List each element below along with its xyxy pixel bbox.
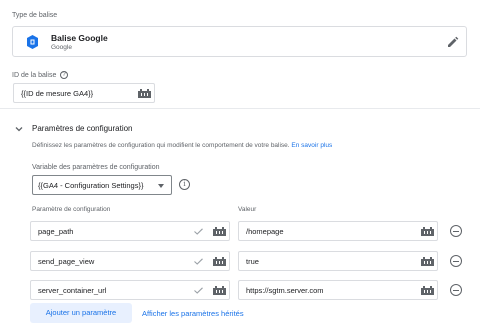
chevron-down-icon[interactable] xyxy=(15,125,23,133)
config-variable-select[interactable]: {{GA4 - Configuration Settings}} xyxy=(32,175,172,195)
param-value: true xyxy=(246,257,259,266)
value-column-header: Valeur xyxy=(238,206,257,213)
param-name: page_path xyxy=(38,227,74,236)
param-field-2[interactable]: send_page_view xyxy=(30,251,230,271)
param-value: /homepage xyxy=(246,227,284,236)
tag-id-field[interactable]: {{ID de mesure GA4}} xyxy=(13,83,155,103)
pencil-icon[interactable] xyxy=(447,36,459,48)
value-field-2[interactable]: true xyxy=(238,251,438,271)
check-icon xyxy=(194,287,203,294)
variable-picker-icon[interactable] xyxy=(421,227,434,236)
tag-id-label: ID de la balise xyxy=(12,72,57,79)
variable-picker-icon[interactable] xyxy=(213,286,226,295)
tag-type-name: Balise Google xyxy=(51,33,108,43)
variable-picker-icon[interactable] xyxy=(421,257,434,266)
tag-id-value: {{ID de mesure GA4}} xyxy=(21,89,94,98)
info-icon[interactable]: i xyxy=(179,179,190,190)
check-icon xyxy=(194,258,203,265)
section-divider xyxy=(0,108,480,109)
tag-type-label: Type de balise xyxy=(12,12,58,19)
param-name: server_container_url xyxy=(38,286,107,295)
help-icon[interactable]: ? xyxy=(60,71,68,79)
param-column-header: Paramètre de configuration xyxy=(32,206,111,213)
variable-picker-icon[interactable] xyxy=(421,286,434,295)
config-variable-label: Variable des paramètres de configuration xyxy=(32,164,160,171)
tag-type-card[interactable]: Balise Google Google xyxy=(12,26,467,57)
add-parameter-button[interactable]: Ajouter un paramètre xyxy=(30,303,132,323)
param-value: https://sgtm.server.com xyxy=(246,286,324,295)
param-field-1[interactable]: page_path xyxy=(30,221,230,241)
remove-row-icon[interactable] xyxy=(450,255,462,267)
config-description: Définissez les paramètres de configurati… xyxy=(32,142,333,149)
variable-picker-icon[interactable] xyxy=(213,227,226,236)
variable-picker-icon[interactable] xyxy=(213,257,226,266)
config-section-title[interactable]: Paramètres de configuration xyxy=(32,124,133,133)
param-name: send_page_view xyxy=(38,257,95,266)
check-icon xyxy=(194,228,203,235)
tag-type-vendor: Google xyxy=(51,44,72,51)
value-field-3[interactable]: https://sgtm.server.com xyxy=(238,280,438,300)
config-variable-value: {{GA4 - Configuration Settings}} xyxy=(38,181,144,190)
show-inherited-link[interactable]: Afficher les paramètres hérités xyxy=(142,309,244,318)
remove-row-icon[interactable] xyxy=(450,225,462,237)
remove-row-icon[interactable] xyxy=(450,284,462,296)
learn-more-link[interactable]: En savoir plus xyxy=(291,142,332,149)
google-tag-icon xyxy=(27,35,38,49)
param-field-3[interactable]: server_container_url xyxy=(30,280,230,300)
value-field-1[interactable]: /homepage xyxy=(238,221,438,241)
dropdown-caret-icon xyxy=(158,184,164,188)
variable-picker-icon[interactable] xyxy=(138,89,151,98)
